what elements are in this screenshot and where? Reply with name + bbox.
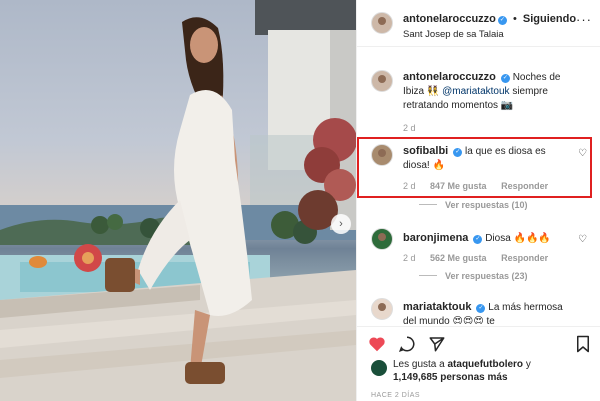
share-icon[interactable]: [427, 334, 447, 354]
caption-avatar[interactable]: [371, 70, 393, 92]
post-actions: [357, 326, 600, 358]
comment-avatar[interactable]: [371, 298, 393, 320]
liker-username[interactable]: ataquefutbolero: [447, 359, 523, 370]
comment-text: sofibalbi ✓ la que es diosa es diosa! 🔥: [403, 144, 573, 173]
reply-button[interactable]: Responder: [501, 181, 548, 191]
comment-age: 2 d: [403, 181, 416, 191]
comment-avatar[interactable]: [371, 228, 393, 250]
post-photo[interactable]: ›: [0, 0, 356, 401]
comment-avatar[interactable]: [371, 144, 393, 166]
caption-meta: 2 d: [403, 123, 428, 133]
verified-icon: ✓: [500, 74, 510, 83]
post-timestamp: HACE 2 DÍAS: [371, 392, 421, 399]
likes-count[interactable]: 1,149,685 personas más: [393, 372, 508, 383]
view-replies-button[interactable]: Ver respuestas (10): [419, 200, 528, 210]
comment-username[interactable]: sofibalbi: [403, 145, 448, 157]
caption-age: 2 d: [403, 123, 416, 133]
likes-prefix: Les gusta a: [393, 359, 448, 370]
caption-username[interactable]: antonelaroccuzzo: [403, 71, 496, 83]
verified-icon: ✓: [473, 235, 483, 244]
comment-text: mariataktouk ✓ La más hermosa del mundo 😍…: [403, 300, 573, 324]
comment-age: 2 d: [403, 253, 416, 263]
comment-meta: 2 d 847 Me gusta Responder: [403, 181, 560, 191]
comment-likes[interactable]: 562 Me gusta: [430, 253, 487, 263]
post-header: antonelaroccuzzo ✓ • Siguiendo Sant Josep…: [357, 0, 600, 47]
comment-username[interactable]: baronjimena: [403, 232, 468, 244]
more-icon[interactable]: ···: [576, 12, 592, 27]
view-replies-button[interactable]: Ver respuestas (23): [419, 271, 528, 281]
comment-likes[interactable]: 847 Me gusta: [430, 181, 487, 191]
separator: •: [512, 13, 517, 25]
verified-icon: ✓: [476, 304, 486, 313]
comments-list[interactable]: antonelaroccuzzo ✓ Noches de Ibiza 👯‍♀️ @…: [357, 48, 600, 324]
chevron-right-icon: ›: [339, 218, 343, 230]
next-photo-button[interactable]: ›: [331, 214, 351, 234]
likes-mid: y: [523, 359, 531, 370]
comment-icon[interactable]: [397, 334, 417, 354]
liker-avatar[interactable]: [371, 360, 387, 376]
comment-meta: 2 d 562 Me gusta Responder: [403, 253, 560, 263]
caption-text: antonelaroccuzzo ✓ Noches de Ibiza 👯‍♀️ @…: [403, 70, 573, 113]
verified-icon: ✓: [497, 16, 507, 25]
comment-body: Diosa 🔥🔥🔥: [485, 233, 551, 244]
bookmark-icon[interactable]: [573, 334, 593, 354]
author-username[interactable]: antonelaroccuzzo: [403, 13, 496, 25]
comment-like-icon[interactable]: ♡: [578, 234, 587, 245]
author-avatar[interactable]: [371, 12, 393, 34]
following-button[interactable]: Siguiendo: [523, 13, 576, 25]
post-side-panel: antonelaroccuzzo ✓ • Siguiendo Sant Josep…: [356, 0, 600, 401]
comment-username[interactable]: mariataktouk: [403, 301, 471, 313]
reply-button[interactable]: Responder: [501, 253, 548, 263]
comment-like-icon[interactable]: ♡: [578, 148, 587, 159]
caption-mention[interactable]: @mariataktouk: [442, 86, 509, 97]
verified-icon: ✓: [453, 148, 463, 157]
likes-summary[interactable]: Les gusta a ataquefutbolero y 1,149,685 …: [371, 358, 531, 384]
heart-icon[interactable]: [367, 334, 387, 354]
comment-text: baronjimena ✓ Diosa 🔥🔥🔥: [403, 231, 573, 246]
photo-illustration: [0, 0, 356, 401]
location-link[interactable]: Sant Josep de sa Talaia: [403, 29, 504, 40]
